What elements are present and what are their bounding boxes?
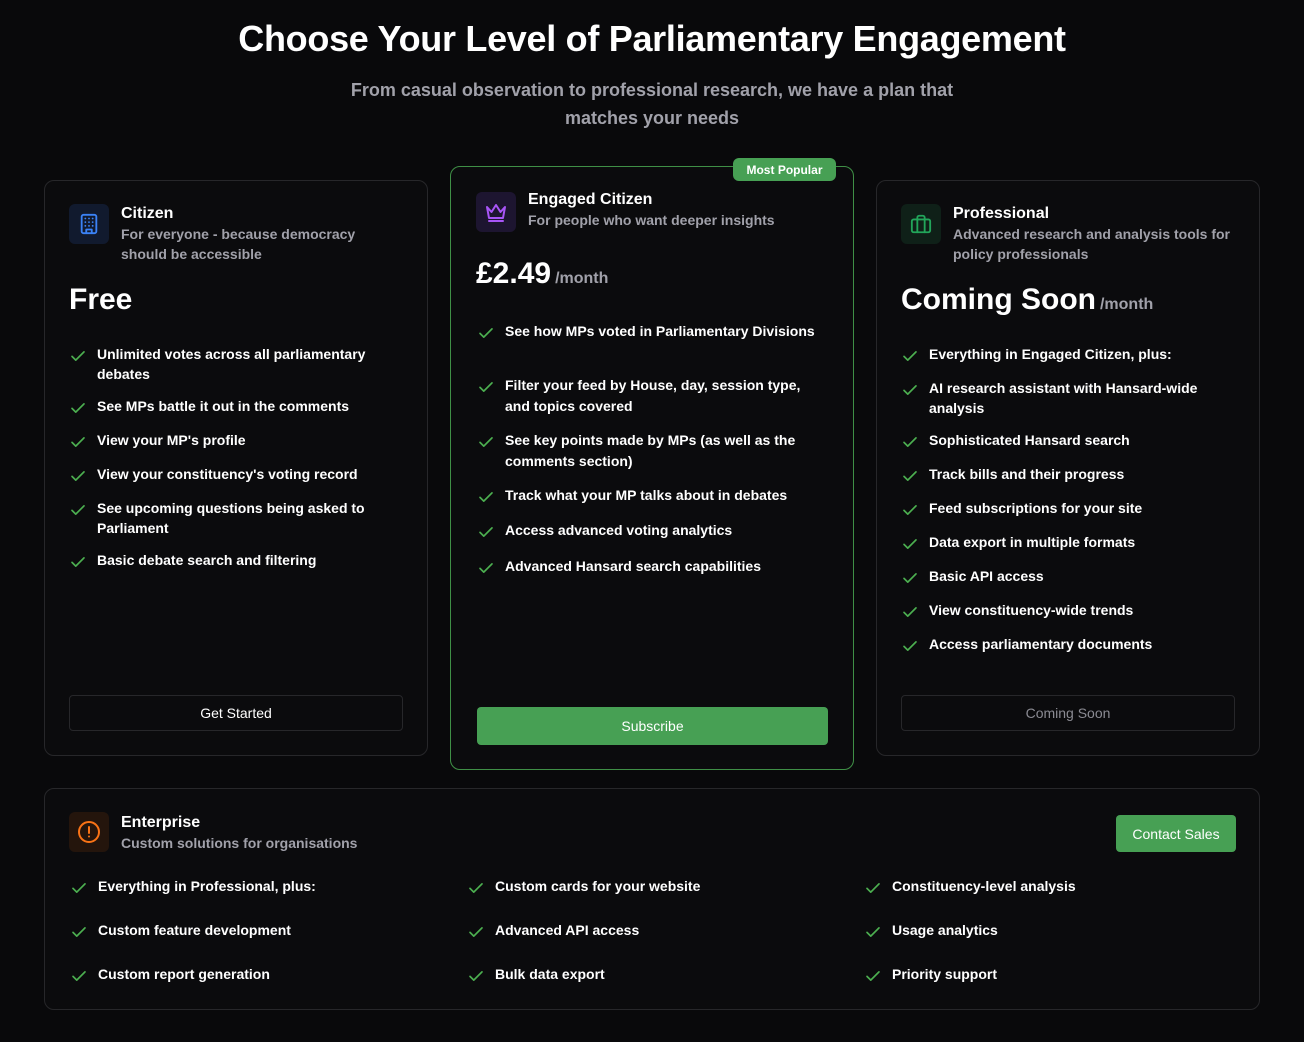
feature-list: Unlimited votes across all parliamentary… bbox=[69, 344, 389, 584]
feature-item: Access advanced voting analytics bbox=[477, 520, 827, 556]
plan-price: £2.49/month bbox=[476, 257, 608, 291]
page-title: Choose Your Level of Parliamentary Engag… bbox=[238, 18, 1066, 59]
check-icon bbox=[69, 347, 87, 365]
check-icon bbox=[901, 381, 919, 399]
check-icon bbox=[467, 879, 485, 897]
feature-item: Priority support bbox=[864, 964, 1240, 1008]
feature-item: View constituency-wide trends bbox=[901, 600, 1231, 634]
check-icon bbox=[901, 347, 919, 365]
briefcase-icon bbox=[901, 204, 941, 244]
plan-name: Citizen bbox=[121, 205, 174, 222]
feature-item: Sophisticated Hansard search bbox=[901, 430, 1231, 464]
price-amount: £2.49 bbox=[476, 257, 552, 290]
enterprise-feature-grid: Everything in Professional, plus: Custom… bbox=[70, 876, 1240, 1008]
check-icon bbox=[864, 967, 882, 985]
feature-item: Basic debate search and filtering bbox=[69, 550, 389, 584]
check-icon bbox=[467, 923, 485, 941]
feature-item: Advanced Hansard search capabilities bbox=[477, 556, 827, 590]
check-icon bbox=[864, 923, 882, 941]
check-icon bbox=[477, 324, 495, 342]
check-icon bbox=[69, 467, 87, 485]
feature-item: Track what your MP talks about in debate… bbox=[477, 485, 827, 520]
feature-item: Usage analytics bbox=[864, 920, 1240, 964]
check-icon bbox=[864, 879, 882, 897]
plan-header: Citizen For everyone - because democracy… bbox=[69, 204, 381, 264]
feature-item: Feed subscriptions for your site bbox=[901, 498, 1231, 532]
feature-item: View your MP's profile bbox=[69, 430, 389, 464]
check-icon bbox=[477, 433, 495, 451]
check-icon bbox=[70, 967, 88, 985]
feature-item: View your constituency's voting record bbox=[69, 464, 389, 498]
feature-item: Filter your feed by House, day, session … bbox=[477, 375, 827, 430]
plan-price: Free bbox=[69, 283, 132, 317]
feature-item: Custom feature development bbox=[70, 920, 467, 964]
most-popular-badge: Most Popular bbox=[733, 158, 836, 181]
check-icon bbox=[901, 467, 919, 485]
page-subtitle: From casual observation to professional … bbox=[350, 80, 954, 128]
plan-header: Engaged Citizen For people who want deep… bbox=[476, 191, 775, 232]
feature-item: Basic API access bbox=[901, 566, 1231, 600]
feature-item: Constituency-level analysis bbox=[864, 876, 1240, 920]
plan-description: Advanced research and analysis tools for… bbox=[953, 226, 1230, 262]
check-icon bbox=[467, 967, 485, 985]
feature-item: Bulk data export bbox=[467, 964, 864, 1008]
check-icon bbox=[901, 433, 919, 451]
feature-item: Access parliamentary documents bbox=[901, 634, 1231, 668]
check-icon bbox=[70, 923, 88, 941]
check-icon bbox=[477, 523, 495, 541]
check-icon bbox=[70, 879, 88, 897]
check-icon bbox=[901, 603, 919, 621]
plan-description: Custom solutions for organisations bbox=[121, 835, 358, 851]
feature-item: Custom cards for your website bbox=[467, 876, 864, 920]
feature-item: See upcoming questions being asked to Pa… bbox=[69, 498, 389, 550]
plan-card-professional: Professional Advanced research and analy… bbox=[876, 180, 1260, 756]
feature-item: Everything in Professional, plus: bbox=[70, 876, 467, 920]
check-icon bbox=[901, 569, 919, 587]
check-icon bbox=[69, 399, 87, 417]
check-icon bbox=[901, 637, 919, 655]
plan-price: Coming Soon/month bbox=[901, 283, 1153, 317]
pricing-page: Choose Your Level of Parliamentary Engag… bbox=[0, 0, 1304, 1042]
price-period: /month bbox=[555, 270, 609, 287]
feature-item: Unlimited votes across all parliamentary… bbox=[69, 344, 389, 396]
feature-list: Everything in Engaged Citizen, plus: AI … bbox=[901, 344, 1231, 668]
plan-header: Enterprise Custom solutions for organisa… bbox=[69, 812, 357, 853]
plan-card-citizen: Citizen For everyone - because democracy… bbox=[44, 180, 428, 756]
crown-icon bbox=[476, 192, 516, 232]
check-icon bbox=[477, 559, 495, 577]
contact-sales-button[interactable]: Contact Sales bbox=[1116, 815, 1236, 852]
plan-header: Professional Advanced research and analy… bbox=[901, 204, 1243, 264]
feature-item: Advanced API access bbox=[467, 920, 864, 964]
feature-item: Custom report generation bbox=[70, 964, 467, 1008]
feature-item: See how MPs voted in Parliamentary Divis… bbox=[477, 321, 827, 375]
check-icon bbox=[69, 433, 87, 451]
feature-item: Everything in Engaged Citizen, plus: bbox=[901, 344, 1231, 378]
check-icon bbox=[477, 488, 495, 506]
plan-card-engaged-citizen: Engaged Citizen For people who want deep… bbox=[450, 166, 854, 770]
plan-description: For everyone - because democracy should … bbox=[121, 226, 356, 262]
plan-name: Enterprise bbox=[121, 814, 201, 831]
plan-name: Professional bbox=[953, 205, 1050, 222]
subscribe-button[interactable]: Subscribe bbox=[477, 707, 828, 745]
price-period: /month bbox=[1099, 296, 1154, 313]
check-icon bbox=[901, 501, 919, 519]
check-icon bbox=[901, 535, 919, 553]
check-icon bbox=[69, 553, 87, 571]
price-amount: Free bbox=[69, 283, 133, 316]
feature-list: See how MPs voted in Parliamentary Divis… bbox=[477, 321, 827, 590]
feature-item: See MPs battle it out in the comments bbox=[69, 396, 389, 430]
plan-name: Engaged Citizen bbox=[528, 191, 653, 208]
feature-item: Data export in multiple formats bbox=[901, 532, 1231, 566]
feature-item: See key points made by MPs (as well as t… bbox=[477, 430, 827, 485]
building-icon bbox=[69, 204, 109, 244]
feature-item: Track bills and their progress bbox=[901, 464, 1231, 498]
plan-description: For people who want deeper insights bbox=[528, 212, 775, 228]
feature-item: AI research assistant with Hansard-wide … bbox=[901, 378, 1231, 430]
price-amount: Coming Soon bbox=[901, 283, 1096, 316]
get-started-button[interactable]: Get Started bbox=[69, 695, 403, 731]
coming-soon-button[interactable]: Coming Soon bbox=[901, 695, 1235, 731]
check-icon bbox=[69, 501, 87, 519]
check-icon bbox=[477, 378, 495, 396]
alert-circle-icon bbox=[69, 812, 109, 852]
